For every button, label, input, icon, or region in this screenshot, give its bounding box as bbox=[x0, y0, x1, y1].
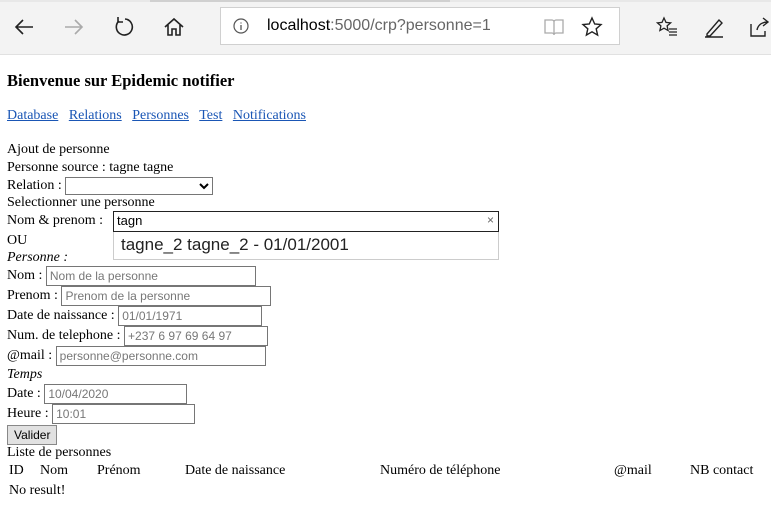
dob-label: Date de naissance : bbox=[7, 308, 115, 324]
no-result-message: No result! bbox=[9, 483, 66, 498]
search-value: tagn bbox=[117, 213, 143, 228]
active-tab-indicator bbox=[150, 0, 450, 2]
personne-heading: Personne : bbox=[7, 250, 69, 265]
nom-row: Nom : bbox=[7, 266, 256, 286]
favorites-list-icon bbox=[656, 16, 677, 36]
date-label: Date : bbox=[7, 386, 41, 402]
temps-heading: Temps bbox=[7, 367, 43, 382]
mail-input[interactable] bbox=[55, 346, 266, 366]
mail-label: @mail : bbox=[7, 348, 53, 364]
url-path: :5000/crp?personne=1 bbox=[330, 17, 491, 34]
date-row: Date : bbox=[7, 384, 188, 404]
ajout-heading: Ajout de personne bbox=[7, 142, 110, 157]
refresh-icon bbox=[115, 17, 134, 36]
nav-link-test[interactable]: Test bbox=[199, 108, 222, 123]
prenom-input[interactable] bbox=[61, 286, 272, 306]
browser-toolbar: localhost:5000/crp?personne=1 bbox=[0, 0, 771, 55]
column-header-telephone: Numéro de téléphone bbox=[380, 463, 501, 478]
tel-label: Num. de telephone : bbox=[7, 328, 121, 344]
url-host: localhost bbox=[267, 17, 331, 34]
valider-button[interactable]: Valider bbox=[7, 425, 58, 445]
table-header-row: ID Nom Prénom Date de naissance Numéro d… bbox=[7, 462, 755, 480]
mail-row: @mail : bbox=[7, 346, 266, 366]
page-title: Bienvenue sur Epidemic notifier bbox=[7, 71, 235, 90]
ou-label: OU bbox=[7, 233, 28, 248]
forward-button[interactable] bbox=[57, 10, 91, 44]
liste-heading: Liste de personnes bbox=[7, 445, 112, 460]
share-icon bbox=[750, 17, 770, 37]
relation-row: Relation : bbox=[7, 177, 214, 195]
dob-row: Date de naissance : bbox=[7, 306, 263, 326]
submit-row: Valider bbox=[7, 425, 58, 445]
table-row: No result! bbox=[7, 480, 755, 502]
nav-link-database[interactable]: Database bbox=[7, 108, 58, 123]
nom-input[interactable] bbox=[45, 266, 256, 286]
nav-link-relations[interactable]: Relations bbox=[69, 108, 122, 123]
forward-arrow-icon bbox=[65, 19, 84, 35]
reading-view-icon[interactable] bbox=[543, 17, 565, 37]
heure-row: Heure : bbox=[7, 404, 196, 424]
back-button[interactable] bbox=[7, 10, 41, 44]
column-header-prenom: Prénom bbox=[97, 463, 141, 478]
select-person-label: Selectionner une personne bbox=[7, 195, 155, 210]
nav-links: Database Relations Personnes Test Notifi… bbox=[7, 108, 313, 124]
prenom-row: Prenom : bbox=[7, 286, 272, 306]
nom-prenom-label: Nom & prenom : bbox=[7, 213, 104, 228]
share-button[interactable] bbox=[742, 10, 771, 44]
date-input[interactable] bbox=[44, 384, 188, 404]
column-header-mail: @mail bbox=[614, 463, 652, 478]
column-header-nom: Nom bbox=[40, 463, 68, 478]
relation-select[interactable] bbox=[65, 177, 214, 195]
address-bar[interactable]: localhost:5000/crp?personne=1 bbox=[220, 7, 620, 45]
column-header-id: ID bbox=[9, 463, 24, 478]
tel-input[interactable] bbox=[124, 326, 269, 346]
results-table: ID Nom Prénom Date de naissance Numéro d… bbox=[7, 462, 755, 502]
home-button[interactable] bbox=[157, 10, 191, 44]
relation-label: Relation : bbox=[7, 178, 62, 194]
refresh-button[interactable] bbox=[107, 10, 141, 44]
nav-link-personnes[interactable]: Personnes bbox=[132, 108, 189, 123]
back-arrow-icon bbox=[14, 19, 33, 35]
pen-icon bbox=[705, 18, 723, 38]
prenom-label: Prenom : bbox=[7, 288, 58, 304]
autocomplete-suggestion[interactable]: tagne_2 tagne_2 - 01/01/2001 bbox=[113, 232, 499, 260]
heure-label: Heure : bbox=[7, 406, 49, 422]
home-icon bbox=[164, 17, 184, 36]
nom-label: Nom : bbox=[7, 268, 43, 284]
favorite-star-icon[interactable] bbox=[581, 16, 603, 38]
favorites-button[interactable] bbox=[650, 10, 684, 44]
info-icon[interactable] bbox=[233, 18, 249, 34]
source-person-label: Personne source : tagne tagne bbox=[7, 160, 174, 175]
heure-input[interactable] bbox=[52, 404, 196, 424]
column-header-dob: Date de naissance bbox=[185, 463, 286, 478]
tab-strip bbox=[0, 0, 771, 2]
column-header-nb-contact: NB contact bbox=[690, 463, 754, 478]
address-url: localhost:5000/crp?personne=1 bbox=[267, 17, 491, 35]
notes-button[interactable] bbox=[697, 10, 731, 44]
dob-input[interactable] bbox=[118, 306, 263, 326]
nav-link-notifications[interactable]: Notifications bbox=[233, 108, 306, 123]
person-search-input[interactable]: tagn × bbox=[113, 211, 499, 232]
clear-search-icon[interactable]: × bbox=[487, 213, 494, 227]
tel-row: Num. de telephone : bbox=[7, 326, 269, 346]
